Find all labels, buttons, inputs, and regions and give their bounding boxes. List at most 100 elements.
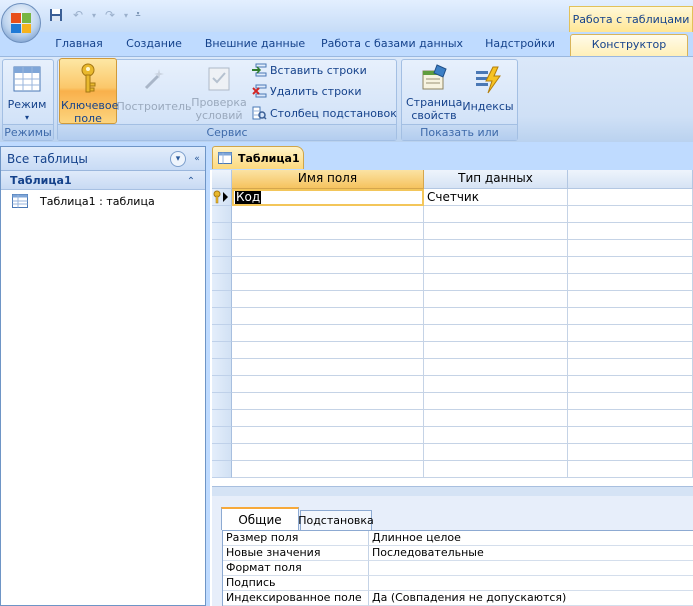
table-row[interactable] [212,427,693,444]
row-selector[interactable] [212,240,232,257]
data-type-cell[interactable] [424,206,568,223]
data-type-cell[interactable] [424,444,568,461]
row-selector[interactable] [212,376,232,393]
description-cell[interactable] [568,240,693,257]
lookup-column-button[interactable]: Столбец подстановок [251,103,397,123]
description-cell[interactable] [568,257,693,274]
redo-dropdown-icon[interactable]: ▾ [122,6,130,24]
field-name-cell[interactable] [232,376,424,393]
table-row[interactable] [212,393,693,410]
customize-toolbar-icon[interactable]: ⩡ [132,6,144,24]
property-value[interactable] [369,561,693,576]
undo-dropdown-icon[interactable]: ▾ [90,6,98,24]
data-type-cell[interactable] [424,342,568,359]
field-name-cell[interactable] [232,274,424,291]
row-selector[interactable] [212,274,232,291]
table-row[interactable] [212,359,693,376]
property-row[interactable]: Размер поля Длинное целое [223,531,693,546]
table-row[interactable] [212,274,693,291]
data-type-cell[interactable] [424,274,568,291]
save-icon[interactable] [46,6,66,24]
data-type-cell[interactable]: Счетчик [424,189,568,206]
table-row[interactable] [212,325,693,342]
delete-rows-button[interactable]: Удалить строки [251,81,362,101]
row-selector[interactable] [212,444,232,461]
description-cell[interactable] [568,291,693,308]
row-selector[interactable] [212,410,232,427]
description-cell[interactable] [568,274,693,291]
field-name-cell[interactable] [232,257,424,274]
property-value[interactable] [369,576,693,591]
document-tab-table1[interactable]: Таблица1 [212,146,304,169]
data-type-cell[interactable] [424,359,568,376]
table-row[interactable] [212,291,693,308]
row-selector[interactable] [212,325,232,342]
description-cell[interactable] [568,410,693,427]
insert-rows-button[interactable]: Вставить строки [251,60,367,80]
tab-design[interactable]: Конструктор [570,34,688,56]
description-cell[interactable] [568,359,693,376]
description-cell[interactable] [568,444,693,461]
description-cell[interactable] [568,342,693,359]
row-selector[interactable] [212,393,232,410]
property-row[interactable]: Новые значения Последовательные [223,546,693,561]
description-cell[interactable] [568,206,693,223]
table-row[interactable] [212,342,693,359]
description-cell[interactable] [568,223,693,240]
field-name-cell[interactable] [232,342,424,359]
data-type-cell[interactable] [424,308,568,325]
column-header-field-name[interactable]: Имя поля [232,170,424,189]
table-row[interactable] [212,223,693,240]
data-type-cell[interactable] [424,240,568,257]
column-header-data-type[interactable]: Тип данных [424,170,568,189]
builder-button[interactable]: Построитель [117,60,192,122]
field-name-cell[interactable] [232,393,424,410]
property-row[interactable]: Индексированное поле Да (Совпадения не до… [223,591,693,606]
table-row[interactable] [212,461,693,478]
field-name-cell[interactable] [232,444,424,461]
primary-key-button[interactable]: Ключевое поле [59,58,118,125]
row-selector[interactable] [212,291,232,308]
table-row[interactable] [212,376,693,393]
table-row[interactable] [212,410,693,427]
description-cell[interactable] [568,427,693,444]
field-name-cell[interactable] [232,325,424,342]
row-selector[interactable] [212,206,232,223]
property-value[interactable]: Последовательные [369,546,693,561]
description-cell[interactable] [568,325,693,342]
description-cell[interactable] [568,376,693,393]
table-row[interactable] [212,257,693,274]
indexes-button[interactable]: Индексы [462,60,514,122]
nav-item-table1[interactable]: Таблица1 : таблица [12,191,155,211]
field-name-cell[interactable] [232,206,424,223]
property-row[interactable]: Подпись [223,576,693,591]
property-row[interactable]: Формат поля [223,561,693,576]
description-cell[interactable] [568,308,693,325]
tab-home[interactable]: Главная [48,34,110,56]
data-type-cell[interactable] [424,325,568,342]
field-name-cell[interactable] [232,291,424,308]
undo-icon[interactable]: ↶ [68,6,88,24]
row-selector[interactable] [212,342,232,359]
property-value[interactable]: Да (Совпадения не допускаются) [369,591,693,606]
tab-database-tools[interactable]: Работа с базами данных [318,34,466,56]
data-type-cell[interactable] [424,223,568,240]
tab-addins[interactable]: Надстройки [478,34,562,56]
description-cell[interactable] [568,461,693,478]
data-type-cell[interactable] [424,291,568,308]
description-cell[interactable] [568,393,693,410]
field-name-cell[interactable] [232,410,424,427]
row-selector[interactable] [212,359,232,376]
table-row[interactable] [212,308,693,325]
row-selector[interactable] [212,189,232,206]
table-row[interactable]: Код Счетчик [212,189,693,206]
redo-icon[interactable]: ↷ [100,6,120,24]
field-name-cell[interactable] [232,308,424,325]
description-cell[interactable] [568,189,693,206]
row-selector[interactable] [212,223,232,240]
office-button[interactable] [1,3,41,43]
nav-group-header[interactable]: Таблица1 [1,171,205,190]
table-row[interactable] [212,444,693,461]
tab-create[interactable]: Создание [118,34,190,56]
field-name-cell[interactable] [232,427,424,444]
